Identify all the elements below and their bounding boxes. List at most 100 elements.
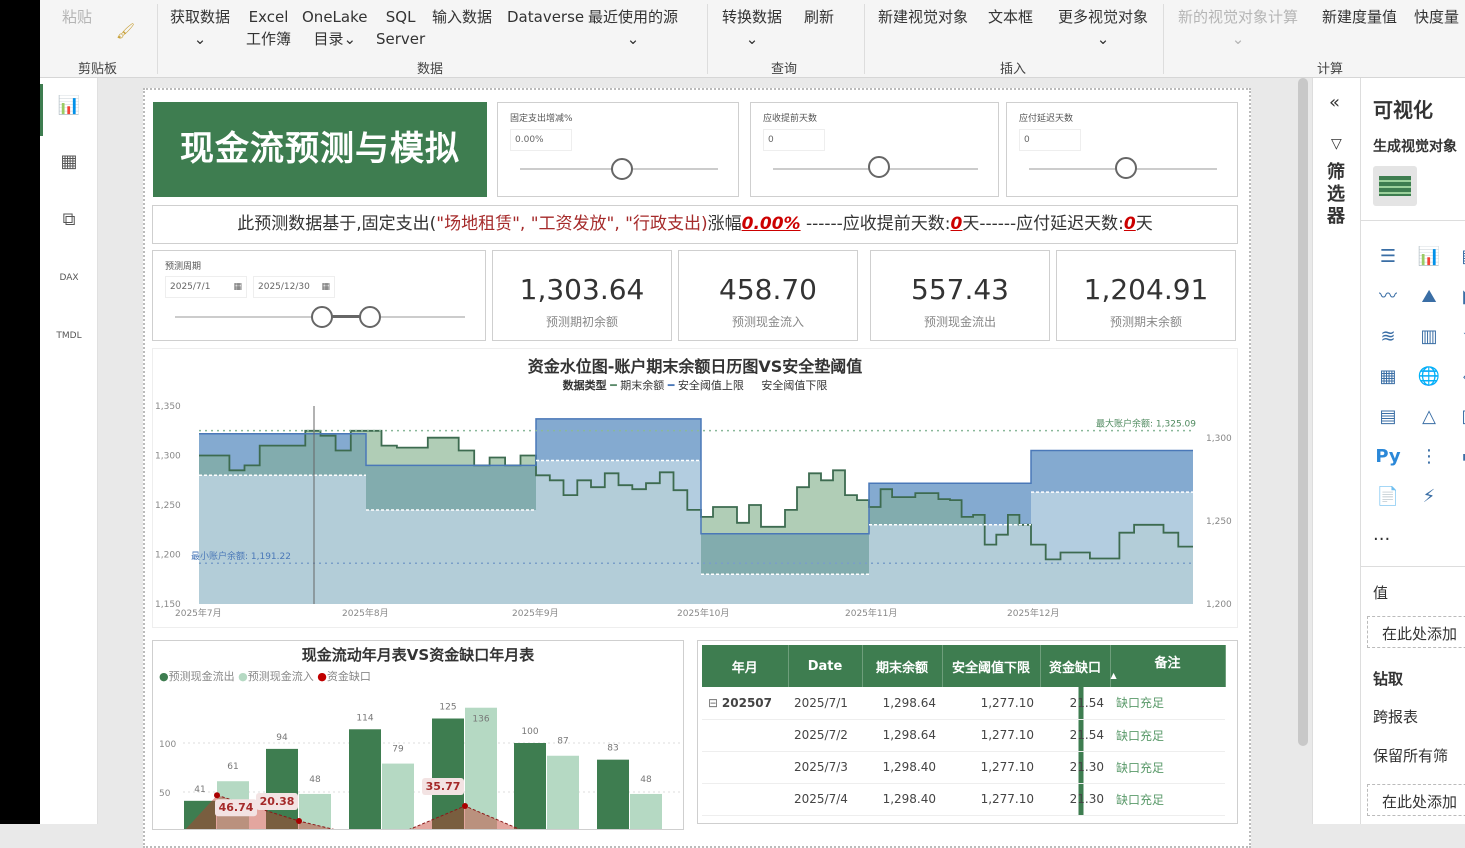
table-row[interactable]: ⊟ 202507 2025/7/1 1,298.64 1,277.10 21.54 缺口充… (702, 687, 1225, 720)
onelake-button[interactable]: OneLake 目录⌄ (302, 6, 367, 50)
new-measure-button[interactable]: 新建度量值 (1322, 6, 1397, 28)
start-handle[interactable] (311, 306, 333, 328)
y2-tick-label: 1,250 (1206, 517, 1232, 527)
sort-asc-icon[interactable]: ▲ (1111, 671, 1225, 680)
col-header[interactable]: 资金缺口 (1040, 645, 1111, 687)
column-chart-icon[interactable]: 📊 (1416, 244, 1442, 270)
treemap-icon[interactable]: ▦ (1375, 364, 1401, 390)
table-icon[interactable]: ▤ (1375, 404, 1401, 430)
slicer-label: 固定支出增减% (510, 114, 573, 124)
decomposition-tree-icon[interactable]: ⋮ (1416, 444, 1442, 470)
keep-filters-label[interactable]: 保留所有筛 (1373, 745, 1448, 766)
col-header[interactable]: 安全阈值下限 (942, 645, 1041, 687)
kpi-icon[interactable]: △ (1416, 404, 1442, 430)
metric-icon[interactable]: ⚡ (1457, 484, 1465, 510)
onelake-label2: 目录⌄ (313, 30, 357, 48)
matrix-visual-selected-icon[interactable] (1373, 166, 1417, 206)
report-view-icon[interactable]: 📊 (54, 91, 84, 121)
model-view-icon[interactable]: ⧉ (54, 205, 84, 235)
format-painter-icon[interactable]: 🖌 (116, 20, 135, 42)
end-date-input[interactable]: 2025/12/30 ▦ (253, 276, 335, 298)
area-chart-plot[interactable]: 1,1501,2001,2501,3001,3501,2001,2501,300… (153, 349, 1239, 629)
visual-calc-button[interactable]: 新的视觉对象计算 ⌄ (1178, 6, 1298, 50)
transform-data-button[interactable]: 转换数据 ⌄ (722, 6, 782, 50)
python-visual-icon[interactable]: Py (1375, 444, 1401, 470)
slider-handle[interactable] (868, 156, 890, 178)
collapse-icon[interactable]: ⊟ (708, 696, 718, 710)
drillthrough-drop-zone[interactable]: 在此处添加 (1367, 784, 1465, 816)
funnel-icon[interactable]: ⏷ (1457, 324, 1465, 350)
more-visuals-button[interactable]: 更多视觉对象 ⌄ (1058, 6, 1148, 50)
slicer-icon[interactable]: ▬ (1457, 444, 1465, 470)
line-chart-icon[interactable]: 〰 (1375, 284, 1401, 310)
banner-text: 涨幅 (707, 214, 742, 234)
dax-query-icon[interactable]: DAX (54, 263, 84, 293)
assumption-banner: 此预测数据基于,固定支出("场地租赁", "工资发放", "行政支出)涨幅0.0… (152, 205, 1238, 244)
table-view-icon[interactable]: ▦ (54, 147, 84, 177)
smart-narrative-icon[interactable]: ⚡ (1416, 484, 1442, 510)
slicer-ar-days[interactable]: 应收提前天数 0 (750, 102, 999, 197)
slider-handle[interactable] (611, 158, 633, 180)
slicer-value-input[interactable]: 0 (1019, 129, 1081, 151)
calendar-icon[interactable]: ▦ (321, 282, 330, 292)
slider-handle[interactable] (1115, 157, 1137, 179)
values-drop-zone[interactable]: 在此处添加 (1367, 616, 1465, 648)
slicer-value-input[interactable]: 0.00% (510, 129, 572, 151)
calendar-icon[interactable]: ▦ (233, 282, 242, 292)
enter-data-button[interactable]: 输入数据 (432, 6, 492, 28)
col-header[interactable]: 期末余额 (862, 645, 943, 687)
shape-map-icon[interactable]: ◈ (1457, 364, 1465, 390)
bar-chart-icon[interactable]: ▤ (1457, 244, 1465, 270)
water-level-chart[interactable]: 资金水位图-账户期末余额日历图VS安全垫阈值 数据类型 ━ 期末余额 ━ 安全阈… (152, 348, 1238, 628)
cell-gap: 21.30 (1040, 783, 1110, 816)
slicer-fixed-expense[interactable]: 固定支出增减% 0.00% (497, 102, 739, 197)
col-header[interactable]: 年月 (702, 645, 789, 687)
more-visuals-icon[interactable]: ... (1373, 524, 1390, 545)
map-icon[interactable]: 🌐 (1416, 364, 1442, 390)
card-icon[interactable]: ▣ (1457, 404, 1465, 430)
sql-button[interactable]: SQL Server (376, 6, 425, 50)
x-tick-label: 2025年11月 (845, 607, 897, 619)
window-edge (0, 0, 40, 824)
table-row[interactable]: 2025/7/2 1,298.64 1,277.10 21.54 缺口充足 (702, 719, 1225, 752)
cross-report-label[interactable]: 跨报表 (1373, 706, 1418, 727)
refresh-button[interactable]: 刷新 (804, 6, 834, 28)
table-row[interactable]: 2025/7/4 1,298.40 1,277.10 21.30 缺口充足 (702, 783, 1225, 816)
textbox-button[interactable]: 文本框 (988, 6, 1033, 28)
area-chart-icon[interactable]: ⛰ (1416, 284, 1442, 310)
date-range-slicer[interactable]: 预测周期 2025/7/1 ▦ 2025/12/30 ▦ (152, 250, 486, 341)
end-handle[interactable] (359, 306, 381, 328)
filter-pane-collapsed[interactable]: « ▽ 筛选器 (1312, 78, 1360, 824)
excel-button[interactable]: Excel 工作簿 (246, 6, 291, 50)
slicer-value-input[interactable]: 0 (763, 129, 825, 151)
bar-chart-plot[interactable]: 50 100 41 94 114 125 100 83 61 48 79 136 87 48 46.74 20… (153, 641, 684, 830)
dataverse-button[interactable]: Dataverse (507, 6, 584, 28)
collapse-icon[interactable]: « (1329, 92, 1340, 113)
table-row[interactable]: 2025/7/3 1,298.40 1,277.10 21.30 缺口充足 (702, 751, 1225, 784)
tmdl-view-icon[interactable]: TMDL (54, 321, 84, 351)
visualizations-pane: 可视化 生成视觉对象 ☰📊▤〰⛰◣≋▥⏷▦🌐◈▤△▣Py⋮▬📄⚡⚡ ... 值 … (1360, 78, 1465, 824)
ribbon-icon[interactable]: ◣ (1457, 284, 1465, 310)
start-date-input[interactable]: 2025/7/1 ▦ (165, 276, 247, 298)
paginated-report-icon[interactable]: 📄 (1375, 484, 1401, 510)
new-visual-button[interactable]: 新建视觉对象 (878, 6, 968, 28)
detail-table[interactable]: 年月 Date 期末余额 安全阈值下限 资金缺口 备注 ▲ ⊟ 202507 202… (697, 640, 1238, 824)
values-label: 值 (1373, 584, 1389, 602)
filters-label[interactable]: 筛选器 (1327, 162, 1347, 228)
visual-calc-label: 新的视觉对象计算 (1178, 8, 1299, 26)
waterfall-icon[interactable]: ▥ (1416, 324, 1442, 350)
build-visual-label: 生成视觉对象 (1373, 139, 1457, 155)
canvas-scrollbar[interactable] (1298, 78, 1308, 746)
get-data-button[interactable]: 获取数据 ⌄ (170, 6, 230, 50)
paste-button[interactable]: 粘贴 (62, 6, 92, 28)
col-header[interactable]: 备注 ▲ (1110, 645, 1226, 687)
col-header[interactable]: Date (788, 645, 863, 687)
y2-tick-label: 1,300 (1206, 434, 1232, 444)
stacked-bar-icon[interactable]: ☰ (1375, 244, 1401, 270)
recent-sources-button[interactable]: 最近使用的源 ⌄ (588, 6, 678, 50)
slicer-ap-days[interactable]: 应付延迟天数 0 (1006, 102, 1238, 197)
cashflow-bar-chart[interactable]: 现金流动年月表VS资金缺口年月表 ●预测现金流出 ●预测现金流入 ●资金缺口 5… (152, 640, 684, 830)
ribbon-chart-icon[interactable]: ≋ (1375, 324, 1401, 350)
view-switcher: 📊 ▦ ⧉ DAX TMDL (40, 78, 98, 824)
quick-measure-button[interactable]: 快度量 (1414, 6, 1459, 28)
